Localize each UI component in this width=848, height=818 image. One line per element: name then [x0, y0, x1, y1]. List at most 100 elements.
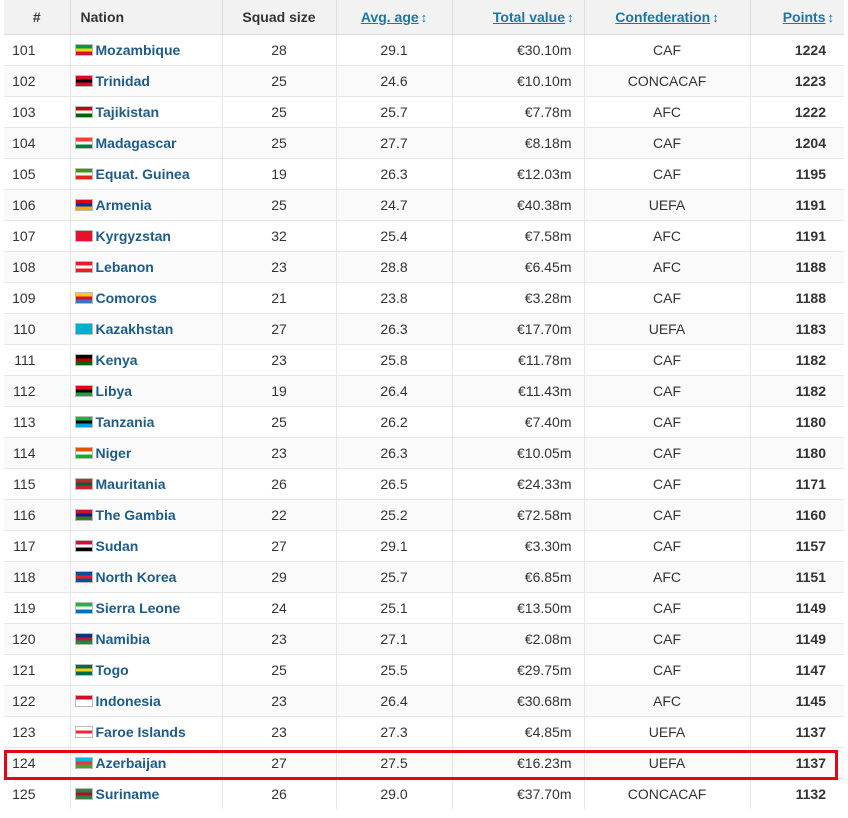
- nation-link[interactable]: Suriname: [96, 786, 160, 802]
- squad-size-cell: 25: [221, 127, 336, 159]
- squad-size-cell: 25: [221, 406, 336, 438]
- trend-down-icon: [46, 291, 60, 305]
- table-row: 115 Mauritania 26 26.5 €24.33m CAF 1171: [4, 468, 844, 500]
- nation-link[interactable]: Indonesia: [96, 693, 161, 709]
- flag-icon: [74, 106, 93, 118]
- table-row: 103 Tajikistan 25 25.7 €7.78m AFC 1222: [4, 96, 844, 128]
- avg-age-cell: 25.1: [335, 592, 452, 624]
- nation-link[interactable]: Niger: [96, 445, 132, 461]
- nation-link[interactable]: The Gambia: [96, 507, 176, 523]
- total-value-cell: €24.33m: [451, 468, 584, 500]
- total-value-cell: €37.70m: [451, 778, 584, 809]
- nation-link[interactable]: Tajikistan: [96, 104, 160, 120]
- confederation-cell: CAF: [583, 282, 750, 314]
- nation-link[interactable]: Togo: [96, 662, 129, 678]
- nation-link[interactable]: Kenya: [96, 352, 138, 368]
- rank-number: 105: [12, 166, 36, 182]
- header-avg-age[interactable]: Avg. age ↕: [335, 0, 452, 35]
- total-value-cell: €3.30m: [451, 530, 584, 562]
- nation-link[interactable]: Tanzania: [96, 414, 155, 430]
- squad-size-cell: 23: [221, 344, 336, 376]
- avg-age-cell: 26.3: [335, 158, 452, 190]
- points-cell: 1195: [749, 158, 844, 190]
- rank-cell: 111: [4, 344, 70, 376]
- nation-link[interactable]: Namibia: [96, 631, 150, 647]
- flag-icon: [74, 571, 93, 583]
- nation-link[interactable]: Mauritania: [96, 476, 166, 492]
- avg-age-cell: 26.3: [335, 437, 452, 469]
- nation-link[interactable]: Lebanon: [96, 259, 154, 275]
- nation-link[interactable]: Trinidad: [96, 73, 150, 89]
- confederation-cell: CAF: [583, 34, 750, 66]
- points-cell: 1191: [749, 189, 844, 221]
- sort-arrows-icon[interactable]: ↕: [421, 10, 428, 25]
- confederation-cell: CAF: [583, 468, 750, 500]
- confederation-cell: AFC: [583, 561, 750, 593]
- points-cell: 1157: [749, 530, 844, 562]
- points-cell: 1191: [749, 220, 844, 252]
- header-total-value[interactable]: Total value ↕: [451, 0, 584, 35]
- points-cell: 1188: [749, 251, 844, 283]
- nation-link[interactable]: Mozambique: [96, 42, 181, 58]
- table-row: 124 Azerbaijan 27 27.5 €16.23m UEFA 1137: [4, 747, 844, 779]
- nation-link[interactable]: Faroe Islands: [96, 724, 186, 740]
- header-nation: Nation: [69, 0, 222, 35]
- confederation-cell: AFC: [583, 96, 750, 128]
- header-confederation[interactable]: Confederation ↕: [583, 0, 750, 35]
- confederation-cell: UEFA: [583, 747, 750, 779]
- sort-arrows-icon[interactable]: ↕: [567, 10, 574, 25]
- rank-number: 112: [13, 383, 36, 399]
- nation-link[interactable]: Kazakhstan: [96, 321, 174, 337]
- nation-link[interactable]: Sierra Leone: [96, 600, 181, 616]
- trend-same-icon: [46, 384, 60, 398]
- points-cell: 1204: [749, 127, 844, 159]
- trend-same-icon: [46, 43, 60, 57]
- rank-cell: 122: [4, 685, 70, 717]
- confederation-cell: CAF: [583, 406, 750, 438]
- sort-arrows-icon[interactable]: ↕: [712, 10, 719, 25]
- trend-up-icon: [46, 601, 60, 615]
- nation-link[interactable]: Comoros: [96, 290, 157, 306]
- total-value-cell: €6.45m: [451, 251, 584, 283]
- sort-arrows-icon[interactable]: ↕: [828, 10, 835, 25]
- rank-number: 101: [12, 42, 36, 58]
- nation-cell: The Gambia: [69, 499, 222, 531]
- nation-link[interactable]: Equat. Guinea: [96, 166, 190, 182]
- header-rank: #: [4, 0, 70, 35]
- avg-age-cell: 24.6: [335, 65, 452, 97]
- confederation-cell: AFC: [583, 685, 750, 717]
- table-row: 114 Niger 23 26.3 €10.05m CAF 1180: [4, 437, 844, 469]
- rank-cell: 110: [4, 313, 70, 345]
- confederation-cell: CAF: [583, 623, 750, 655]
- table-row: 125 Suriname 26 29.0 €37.70m CONCACAF 1132: [4, 778, 844, 809]
- nation-cell: Armenia: [69, 189, 222, 221]
- total-value-cell: €11.43m: [451, 375, 584, 407]
- rank-number: 111: [14, 352, 36, 368]
- flag-icon: [74, 478, 93, 490]
- sort-avg-age-link[interactable]: Avg. age: [361, 9, 419, 25]
- nation-cell: Suriname: [69, 778, 222, 809]
- table-row: 109 Comoros 21 23.8 €3.28m CAF 1188: [4, 282, 844, 314]
- nation-link[interactable]: Armenia: [96, 197, 152, 213]
- nation-link[interactable]: Kyrgyzstan: [96, 228, 171, 244]
- avg-age-cell: 25.4: [335, 220, 452, 252]
- total-value-cell: €12.03m: [451, 158, 584, 190]
- sort-points-link[interactable]: Points: [783, 9, 826, 25]
- avg-age-cell: 25.7: [335, 96, 452, 128]
- header-points[interactable]: Points ↕: [749, 0, 844, 35]
- nation-link[interactable]: Sudan: [96, 538, 139, 554]
- sort-confederation-link[interactable]: Confederation: [615, 9, 710, 25]
- squad-size-cell: 27: [221, 530, 336, 562]
- avg-age-cell: 29.0: [335, 778, 452, 809]
- nation-link[interactable]: Madagascar: [96, 135, 177, 151]
- nation-cell: Kenya: [69, 344, 222, 376]
- sort-total-value-link[interactable]: Total value: [493, 9, 565, 25]
- nation-cell: Trinidad: [69, 65, 222, 97]
- nation-link[interactable]: Libya: [96, 383, 133, 399]
- squad-size-cell: 29: [221, 561, 336, 593]
- squad-size-cell: 24: [221, 592, 336, 624]
- rank-cell: 108: [4, 251, 70, 283]
- nation-link[interactable]: North Korea: [96, 569, 177, 585]
- flag-icon: [74, 199, 93, 211]
- nation-link[interactable]: Azerbaijan: [96, 755, 167, 771]
